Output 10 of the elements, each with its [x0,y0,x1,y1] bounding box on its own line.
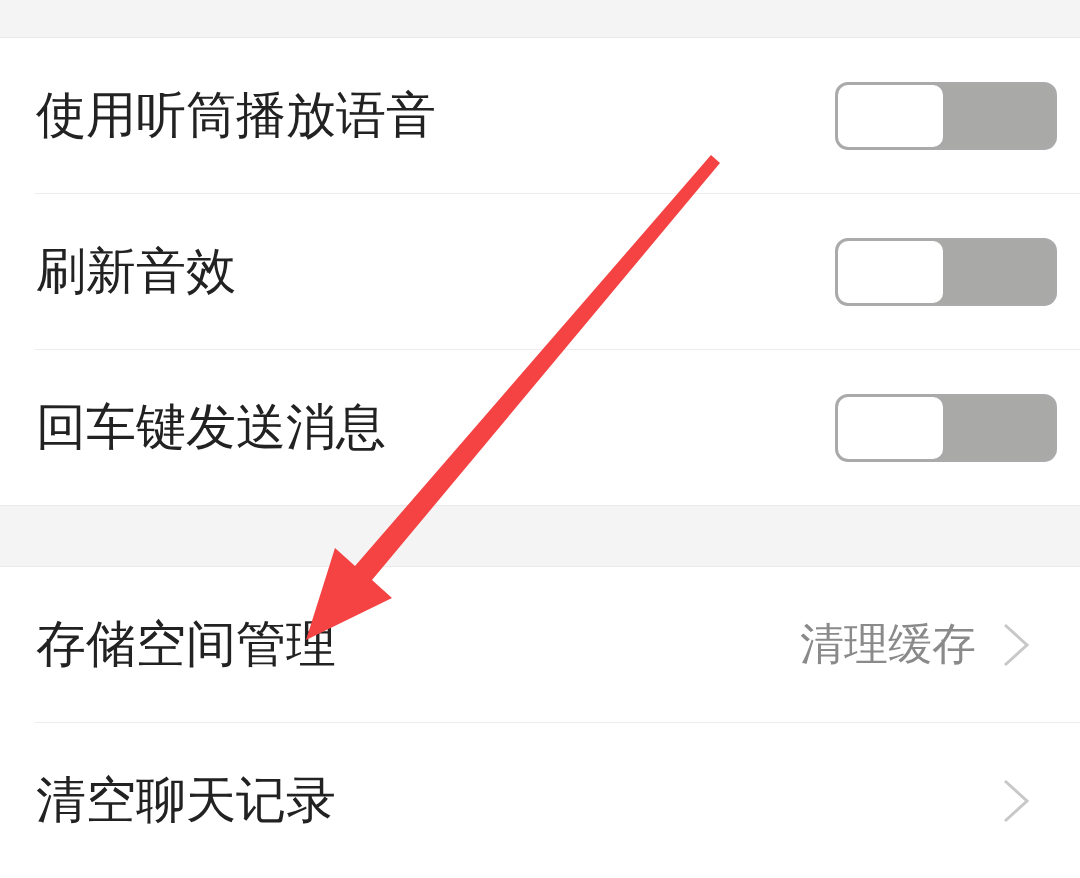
setting-label: 使用听筒播放语音 [36,85,437,146]
toggle-switch[interactable] [835,393,1057,462]
toggle-switch[interactable] [835,81,1057,150]
toggle-switch[interactable] [835,237,1057,306]
setting-value: 清理缓存 [800,617,976,671]
setting-label: 刷新音效 [36,241,237,302]
setting-label: 回车键发送消息 [36,397,387,458]
chevron-right-icon[interactable] [1002,778,1030,823]
chevron-right-icon[interactable] [1002,622,1030,667]
setting-label: 清空聊天记录 [36,770,337,831]
